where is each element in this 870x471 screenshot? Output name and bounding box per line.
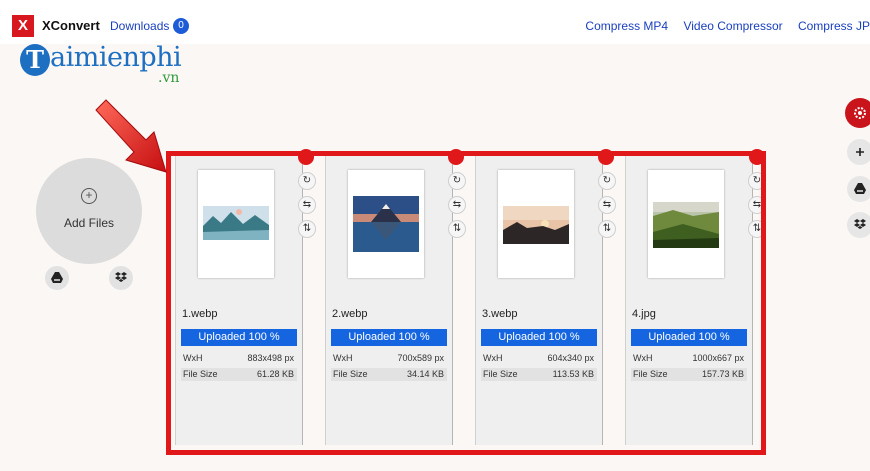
nav-link-compress-mp4[interactable]: Compress MP4 <box>585 19 668 33</box>
nav-link-video-compressor[interactable]: Video Compressor <box>683 19 782 33</box>
google-drive-icon <box>854 183 866 194</box>
app-logo[interactable]: X <box>12 15 34 37</box>
dropbox-upload-button[interactable] <box>109 266 133 290</box>
remove-file-button[interactable] <box>598 149 614 165</box>
remove-file-button[interactable] <box>448 149 464 165</box>
google-drive-button[interactable] <box>847 176 870 202</box>
plus-icon <box>856 148 864 156</box>
app-title[interactable]: XConvert <box>42 18 100 33</box>
plus-circle-icon: + <box>81 188 97 204</box>
top-bar: X XConvert Downloads 0 Compress MP4 Vide… <box>0 0 870 44</box>
watermark-text: aimienphi <box>50 42 182 73</box>
add-files-label: Add Files <box>63 216 115 230</box>
watermark-suffix: .vn <box>158 70 180 86</box>
remove-file-button[interactable] <box>749 149 765 165</box>
settings-icon <box>854 107 866 119</box>
downloads-link[interactable]: Downloads <box>110 19 169 33</box>
downloads-count-badge: 0 <box>173 18 189 34</box>
highlight-frame <box>166 151 766 455</box>
dropbox-button[interactable] <box>847 212 870 238</box>
dropbox-icon <box>854 219 866 229</box>
google-drive-icon <box>51 272 63 283</box>
google-drive-upload-button[interactable] <box>45 266 69 290</box>
top-nav: Compress MP4 Video Compressor Compress J… <box>585 19 870 33</box>
add-more-button[interactable] <box>847 139 870 165</box>
watermark-logo: T aimienphi .vn <box>20 40 190 90</box>
annotation-arrow-icon <box>95 99 167 173</box>
dropbox-icon <box>115 272 127 282</box>
watermark-letter: T <box>20 44 50 76</box>
nav-link-compress-jpg[interactable]: Compress JP <box>798 19 870 33</box>
remove-file-button[interactable] <box>298 149 314 165</box>
settings-button[interactable] <box>845 98 870 128</box>
